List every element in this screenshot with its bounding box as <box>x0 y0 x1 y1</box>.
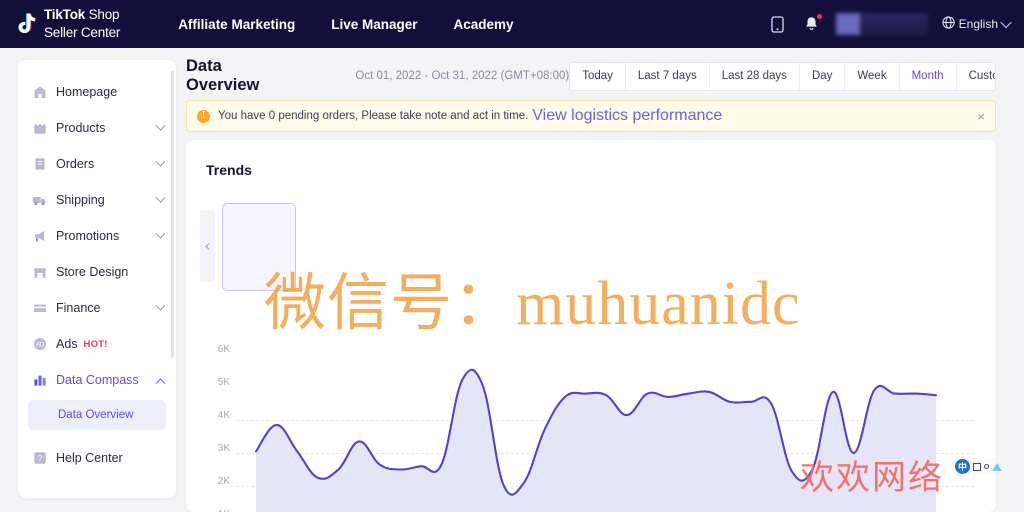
ads-icon: AD <box>32 337 47 352</box>
sidebar-label: Store Design <box>56 265 129 279</box>
card-title: Trends <box>206 162 252 178</box>
sidebar-item-ads[interactable]: AD Ads HOT! <box>18 326 176 362</box>
segment-week[interactable]: Week <box>845 62 900 90</box>
sidebar-label: Shipping <box>56 193 105 207</box>
svg-text:AD: AD <box>35 342 44 348</box>
chevron-down-icon[interactable] <box>155 120 166 131</box>
sidebar-item-shipping[interactable]: Shipping <box>18 182 176 218</box>
chevron-down-icon[interactable] <box>155 228 166 239</box>
sidebar-item-data-compass[interactable]: Data Compass <box>18 362 176 398</box>
segment-last-28-days[interactable]: Last 28 days <box>710 62 800 90</box>
sidebar-item-store-design[interactable]: Store Design <box>18 254 176 290</box>
chevron-up-icon[interactable] <box>155 377 166 388</box>
ime-triangle-icon <box>992 462 1002 471</box>
language-label: English <box>958 17 998 31</box>
chevron-left-icon <box>205 242 213 250</box>
help-icon: ? <box>32 451 47 466</box>
segment-day[interactable]: Day <box>800 62 846 90</box>
sidebar-label: Finance <box>56 301 101 315</box>
trends-chart: 6K 5K 4K 3K 2K 1K <box>186 330 996 512</box>
sidebar: Homepage Products Orders Shipping Promot… <box>18 60 176 498</box>
notification-dot <box>815 13 823 20</box>
truck-icon <box>32 193 47 208</box>
ime-square-icon <box>973 462 981 471</box>
bar-chart-icon <box>32 373 47 388</box>
ime-badge-icon: 中 <box>955 459 970 474</box>
sidebar-item-promotions[interactable]: Promotions <box>18 218 176 254</box>
user-profile-avatar[interactable] <box>835 13 928 35</box>
date-range-label: Oct 01, 2022 - Oct 31, 2022 (GMT+08:00) <box>355 70 570 82</box>
sidebar-subitem-data-overview[interactable]: Data Overview <box>28 400 166 430</box>
primary-nav-links: Affiliate Marketing Live Manager Academy <box>178 17 513 32</box>
close-icon[interactable]: × <box>977 110 985 123</box>
sidebar-item-orders[interactable]: Orders <box>18 146 176 182</box>
sidebar-item-products[interactable]: Products <box>18 110 176 146</box>
ytick-6k: 6K <box>217 344 230 355</box>
sidebar-label: Data Compass <box>56 373 139 387</box>
brand-text: TikTok Shop Seller Center <box>44 6 120 42</box>
nav-right-actions: English <box>768 13 1012 35</box>
sidebar-label: Help Center <box>56 451 123 465</box>
nav-academy[interactable]: Academy <box>454 17 514 32</box>
metric-card-selected[interactable] <box>222 203 296 291</box>
sidebar-sublabel: Data Overview <box>58 409 134 421</box>
warning-icon: ! <box>197 109 210 123</box>
home-icon <box>32 85 47 100</box>
globe-icon <box>941 16 955 32</box>
ime-indicator: 中 <box>952 458 1005 475</box>
segment-month[interactable]: Month <box>900 62 957 90</box>
bag-icon <box>32 121 47 136</box>
sidebar-item-finance[interactable]: Finance <box>18 290 176 326</box>
segment-today[interactable]: Today <box>570 62 626 90</box>
clipboard-icon <box>32 157 47 172</box>
ytick-3k: 3K <box>217 443 230 454</box>
card-icon <box>32 301 47 316</box>
chevron-down-icon[interactable] <box>155 192 166 203</box>
svg-text:?: ? <box>37 454 42 463</box>
trends-card: Trends 6K 5K 4K 3K 2K 1K <box>186 140 996 512</box>
sidebar-label: Ads <box>56 337 78 351</box>
trend-line-series <box>254 368 938 512</box>
ads-hot-badge: HOT! <box>83 338 108 350</box>
sidebar-item-homepage[interactable]: Homepage <box>18 74 176 110</box>
nav-live-manager[interactable]: Live Manager <box>331 17 417 32</box>
nav-affiliate-marketing[interactable]: Affiliate Marketing <box>178 17 295 32</box>
storefront-icon <box>32 265 47 280</box>
sidebar-item-help-center[interactable]: ? Help Center <box>18 440 176 476</box>
ime-dot-icon <box>984 464 989 469</box>
chevron-down-icon[interactable] <box>155 156 166 167</box>
sidebar-scrollbar[interactable] <box>171 70 174 358</box>
tiktok-note-icon <box>16 12 38 36</box>
brand-seller-center: Seller Center <box>44 25 121 40</box>
sidebar-label: Promotions <box>56 229 120 243</box>
segment-last-7-days[interactable]: Last 7 days <box>626 62 710 90</box>
metrics-scroll-left-button[interactable] <box>200 210 215 282</box>
sidebar-label: Products <box>56 121 106 135</box>
segment-custom[interactable]: Custom <box>957 63 995 90</box>
page-header: Data Overview Oct 01, 2022 - Oct 31, 202… <box>186 57 996 94</box>
notification-bell-icon[interactable] <box>802 13 823 34</box>
mobile-phone-icon[interactable] <box>768 14 788 34</box>
pending-orders-alert: ! You have 0 pending orders, Please take… <box>186 100 996 132</box>
ytick-5k: 5K <box>217 377 230 388</box>
alert-message: You have 0 pending orders, Please take n… <box>218 110 529 122</box>
ytick-2k: 2K <box>217 476 230 487</box>
top-navigation-bar: TikTok Shop Seller Center Affiliate Mark… <box>0 0 1024 48</box>
view-logistics-performance-link[interactable]: View logistics performance <box>532 107 722 125</box>
chevron-down-icon[interactable] <box>155 300 166 311</box>
brand-shop: Shop <box>85 7 120 23</box>
chevron-down-icon <box>1000 16 1012 29</box>
sidebar-label: Homepage <box>56 85 118 99</box>
megaphone-icon <box>32 229 47 244</box>
sidebar-label: Orders <box>56 157 95 171</box>
ytick-4k: 4K <box>217 410 230 421</box>
brand-tiktok: TikTok <box>44 7 86 23</box>
language-selector[interactable]: English <box>941 16 1012 32</box>
page-title: Data Overview <box>186 57 260 94</box>
brand-logo[interactable]: TikTok Shop Seller Center <box>16 6 120 42</box>
date-range-segmented-control: Today Last 7 days Last 28 days Day Week … <box>569 61 996 91</box>
